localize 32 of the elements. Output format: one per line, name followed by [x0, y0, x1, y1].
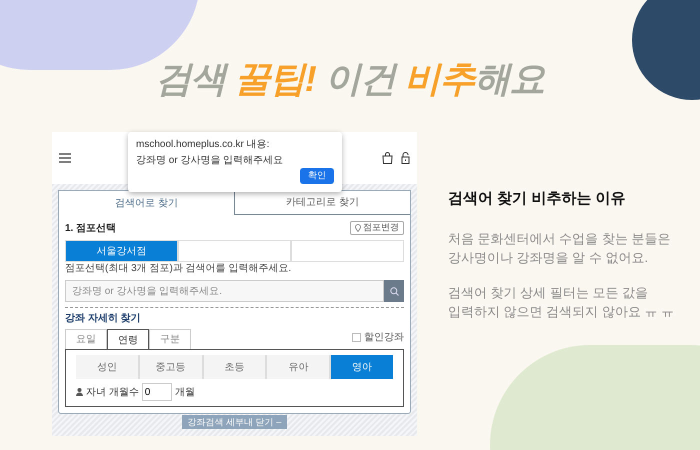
reason-paragraph: 검색어 찾기 상세 필터는 모든 값을 입력하지 않으면 검색되지 않아요 ㅠ ㅠ [448, 284, 676, 320]
ok-button[interactable]: 확인 [300, 168, 334, 184]
dialog-message: 강좌명 or 강사명을 입력해주세요 [136, 154, 284, 167]
age-option[interactable]: 유아 [267, 355, 332, 379]
store-change-button[interactable]: 점포변경 [350, 221, 404, 235]
dialog-origin: mschool.homeplus.co.kr 내용: [136, 138, 270, 151]
search-field[interactable]: 강좌명 or 강사명을 입력해주세요. [65, 280, 384, 302]
section-heading: 강좌 자세히 찾기 [65, 312, 142, 326]
section-heading: 1. 점포선택 [65, 222, 116, 236]
discount-checkbox[interactable]: 할인강좌 [352, 330, 404, 345]
age-option[interactable]: 영아 [331, 355, 393, 379]
store-option[interactable]: 서울강서점 [65, 240, 178, 262]
months-label: 자녀 개월수 [86, 386, 139, 400]
search-button[interactable] [384, 280, 404, 302]
reason-heading: 검색어 찾기 비추하는 이유 [448, 189, 627, 209]
menu-icon[interactable] [59, 153, 71, 163]
age-option[interactable]: 성인 [76, 355, 140, 379]
map-pin-icon [355, 224, 361, 232]
headline: 검색 꿀팁! 이건 비추해요 [154, 57, 546, 101]
filter-tab[interactable]: 연령 [107, 329, 149, 350]
months-unit: 개월 [174, 386, 195, 400]
search-icon [390, 286, 398, 296]
store-hint: 점포선택(최대 3개 점포)과 검색어를 입력해주세요. [65, 262, 292, 276]
person-icon [76, 388, 83, 396]
filter-tab[interactable]: 구분 [149, 329, 191, 349]
reason-paragraph: 처음 문화센터에서 수업을 찾는 분들은 강사명이나 강좌명을 알 수 없어요. [448, 230, 672, 266]
search-tab[interactable]: 카테고리로 찾기 [234, 191, 410, 215]
age-option[interactable]: 초등 [204, 355, 268, 379]
shopping-bag-icon[interactable] [382, 152, 393, 164]
age-option[interactable]: 중고등 [140, 355, 204, 379]
lock-icon[interactable] [401, 152, 410, 164]
months-input[interactable]: 0 [142, 383, 172, 401]
